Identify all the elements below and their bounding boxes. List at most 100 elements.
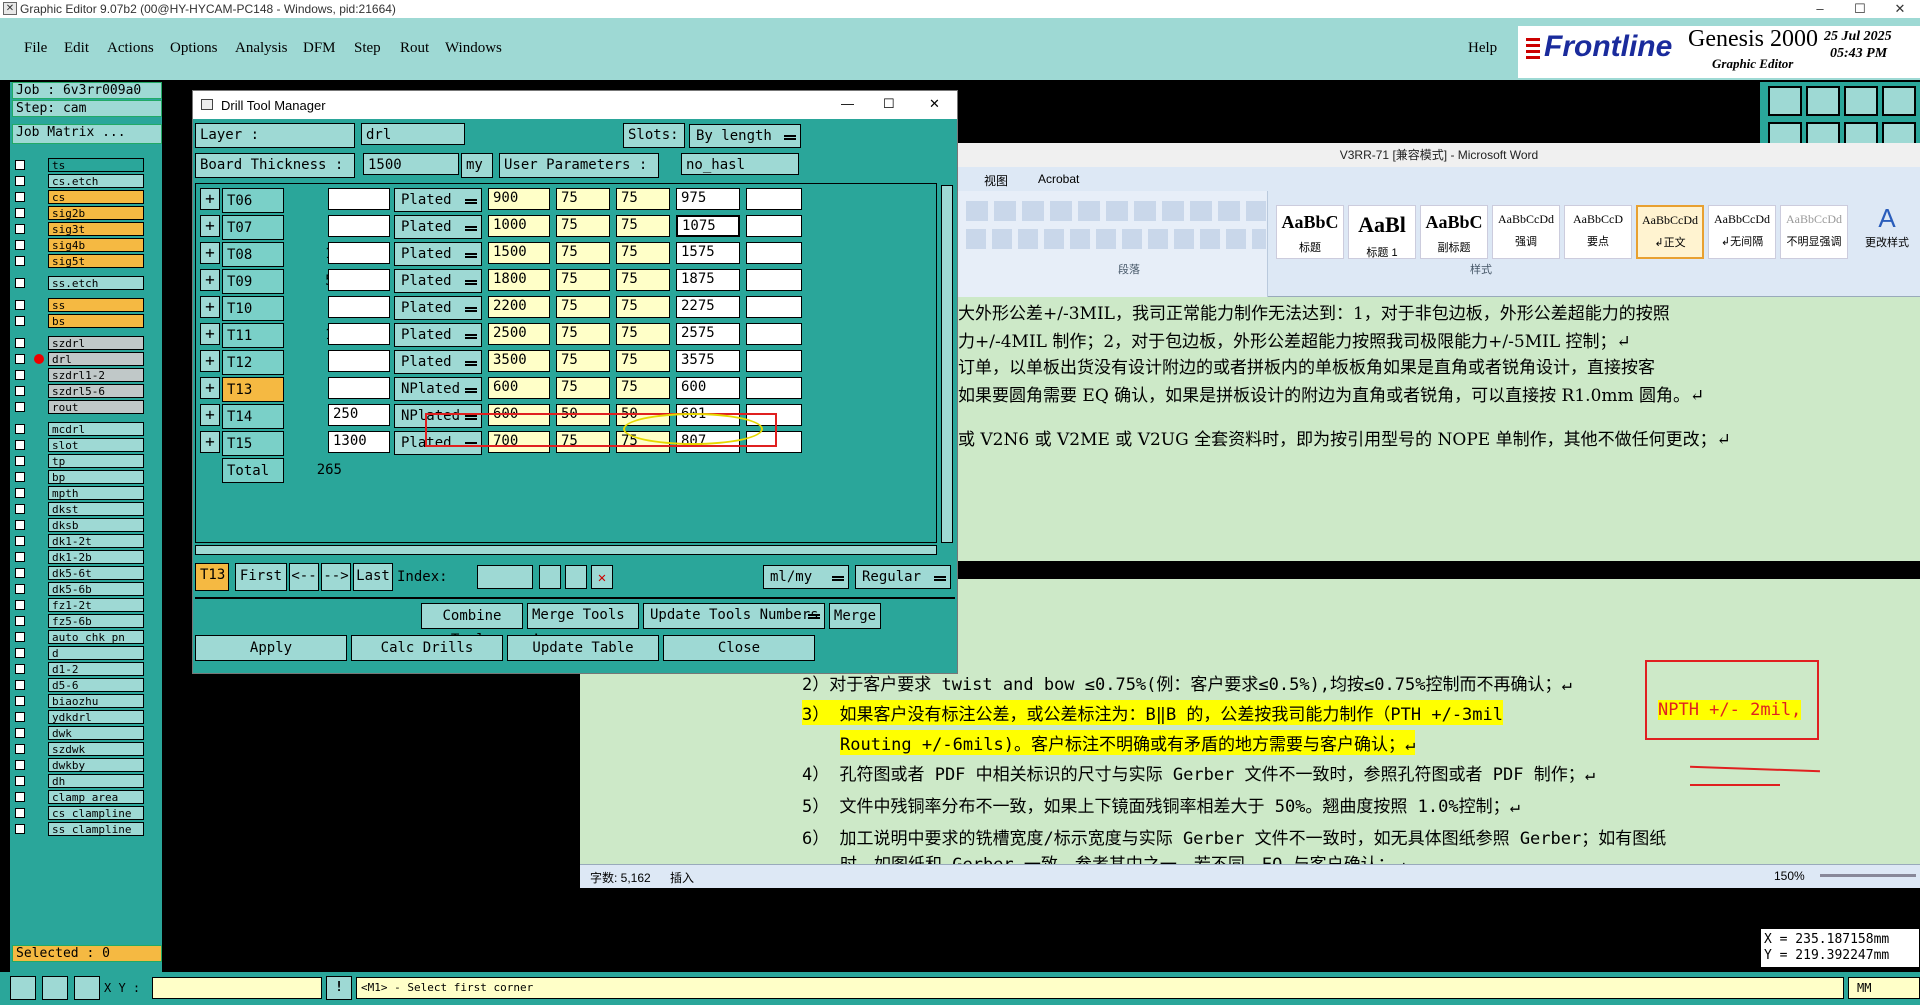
layer-row[interactable]: dkst [12,502,160,516]
layer-name[interactable]: ydkdrl [48,710,144,724]
drill-size-field[interactable]: 1875 [676,269,740,291]
update-table-button[interactable]: Update Table [507,635,659,661]
layer-name[interactable]: rout [48,400,144,414]
close-dialog-button[interactable]: Close [663,635,815,661]
type-dropdown[interactable]: NPlated [394,377,482,401]
layer-row[interactable]: dh [12,774,160,788]
layer-checkbox[interactable] [15,616,25,626]
layer-name[interactable]: szdwk [48,742,144,756]
tol-minus-field[interactable]: 75 [616,242,670,264]
size-field[interactable] [328,350,390,372]
layer-name[interactable]: d5-6 [48,678,144,692]
layer-row[interactable]: cs_clampline [12,806,160,820]
calc-drills-button[interactable]: Calc Drills [351,635,503,661]
layer-row[interactable]: mcdrl [12,422,160,436]
xy-input[interactable] [152,977,322,999]
tol-plus-field[interactable]: 75 [556,350,610,372]
size-field[interactable] [328,377,390,399]
tol-minus-field[interactable]: 75 [616,188,670,210]
drill-size-field[interactable]: 3575 [676,350,740,372]
unit-indicator[interactable]: MM [1848,977,1920,999]
zoom-slider[interactable] [1820,874,1916,877]
layer-name[interactable]: bs [48,314,144,328]
layer-checkbox[interactable] [15,370,25,380]
layer-name[interactable]: sig2b [48,206,144,220]
layer-row[interactable]: szdrl [12,336,160,350]
unit-dropdown[interactable]: ml/my [763,565,849,589]
layer-row[interactable]: fz1-2t [12,598,160,612]
layer-name[interactable]: slot [48,438,144,452]
layer-row[interactable]: dk5-6t [12,566,160,580]
note-field[interactable] [746,350,802,372]
style-option[interactable]: AaBbCcDd ↲无间隔 [1708,205,1776,259]
menu-actions[interactable]: Actions [107,40,154,57]
dialog-minimize-button[interactable]: — [841,96,854,111]
size-field[interactable] [328,269,390,291]
finish-size-field[interactable]: 900 [488,188,550,210]
style-option[interactable]: AaBbCcDd 不明显强调 [1780,205,1848,259]
paragraph-tools-row2[interactable] [966,229,1266,249]
layer-name[interactable]: cs [48,190,144,204]
layer-checkbox[interactable] [15,776,25,786]
layer-name[interactable]: d [48,646,144,660]
finish-size-field[interactable]: 2500 [488,323,550,345]
slots-dropdown[interactable]: By length [689,124,801,148]
prev-button[interactable]: <-- [289,563,319,591]
layer-checkbox[interactable] [15,824,25,834]
layer-checkbox[interactable] [15,760,25,770]
expand-row-icon[interactable]: + [200,188,220,210]
layer-name[interactable]: drl [48,352,144,366]
note-field[interactable] [746,323,802,345]
layer-row[interactable]: clamp_area [12,790,160,804]
finish-size-field[interactable]: 3500 [488,350,550,372]
layer-checkbox[interactable] [15,568,25,578]
layer-row[interactable]: d [12,646,160,660]
layer-row[interactable]: sig5t [12,254,160,268]
type-dropdown[interactable]: Plated [394,323,482,347]
layer-row[interactable]: d1-2 [12,662,160,676]
layer-name[interactable]: cs_clampline [48,806,144,820]
size-field[interactable] [328,323,390,345]
note-field[interactable] [746,377,802,399]
warning-icon[interactable]: ! [326,976,352,1000]
layer-row[interactable]: tp [12,454,160,468]
expand-row-icon[interactable]: + [200,377,220,399]
layer-checkbox[interactable] [15,456,25,466]
merge-tools-dropdown[interactable]: Update Tools Numbers [643,603,825,629]
layer-checkbox[interactable] [15,240,25,250]
finish-size-field[interactable]: 600 [488,377,550,399]
layer-field[interactable]: drl [361,123,465,145]
layer-row[interactable]: sig4b [12,238,160,252]
job-matrix-button[interactable]: Job Matrix ... [12,124,162,144]
note-field[interactable] [746,242,802,264]
tol-plus-field[interactable]: 75 [556,242,610,264]
layer-checkbox[interactable] [15,472,25,482]
style-option[interactable]: AaBl 标题 1 [1348,205,1416,259]
combine-tools-button[interactable]: Combine Tools [421,603,523,648]
layer-row[interactable]: auto_chk_pn [12,630,160,644]
expand-row-icon[interactable]: + [200,242,220,264]
size-field[interactable]: 250 [328,404,390,426]
insert-mode[interactable]: 插入 [670,869,694,886]
layer-row[interactable]: ts [12,158,160,172]
layer-name[interactable]: dwkby [48,758,144,772]
type-dropdown[interactable]: Plated [394,296,482,320]
layer-name[interactable]: d1-2 [48,662,144,676]
layer-name[interactable]: sig5t [48,254,144,268]
layer-row[interactable]: ss_clampline [12,822,160,836]
layer-checkbox[interactable] [15,696,25,706]
tol-plus-field[interactable]: 75 [556,188,610,210]
layer-name[interactable]: szdrl [48,336,144,350]
layer-name[interactable]: ss_clampline [48,822,144,836]
layer-checkbox[interactable] [15,316,25,326]
layer-checkbox[interactable] [15,680,25,690]
dialog-close-button[interactable]: ✕ [929,96,940,112]
type-dropdown[interactable]: Plated [394,350,482,374]
menu-options[interactable]: Options [170,40,218,57]
tol-plus-field[interactable]: 75 [556,269,610,291]
layer-name[interactable]: dk1-2t [48,534,144,548]
snap-icon[interactable] [42,976,68,1000]
tol-plus-field[interactable]: 75 [556,377,610,399]
layer-row[interactable]: rout [12,400,160,414]
layer-checkbox[interactable] [15,386,25,396]
